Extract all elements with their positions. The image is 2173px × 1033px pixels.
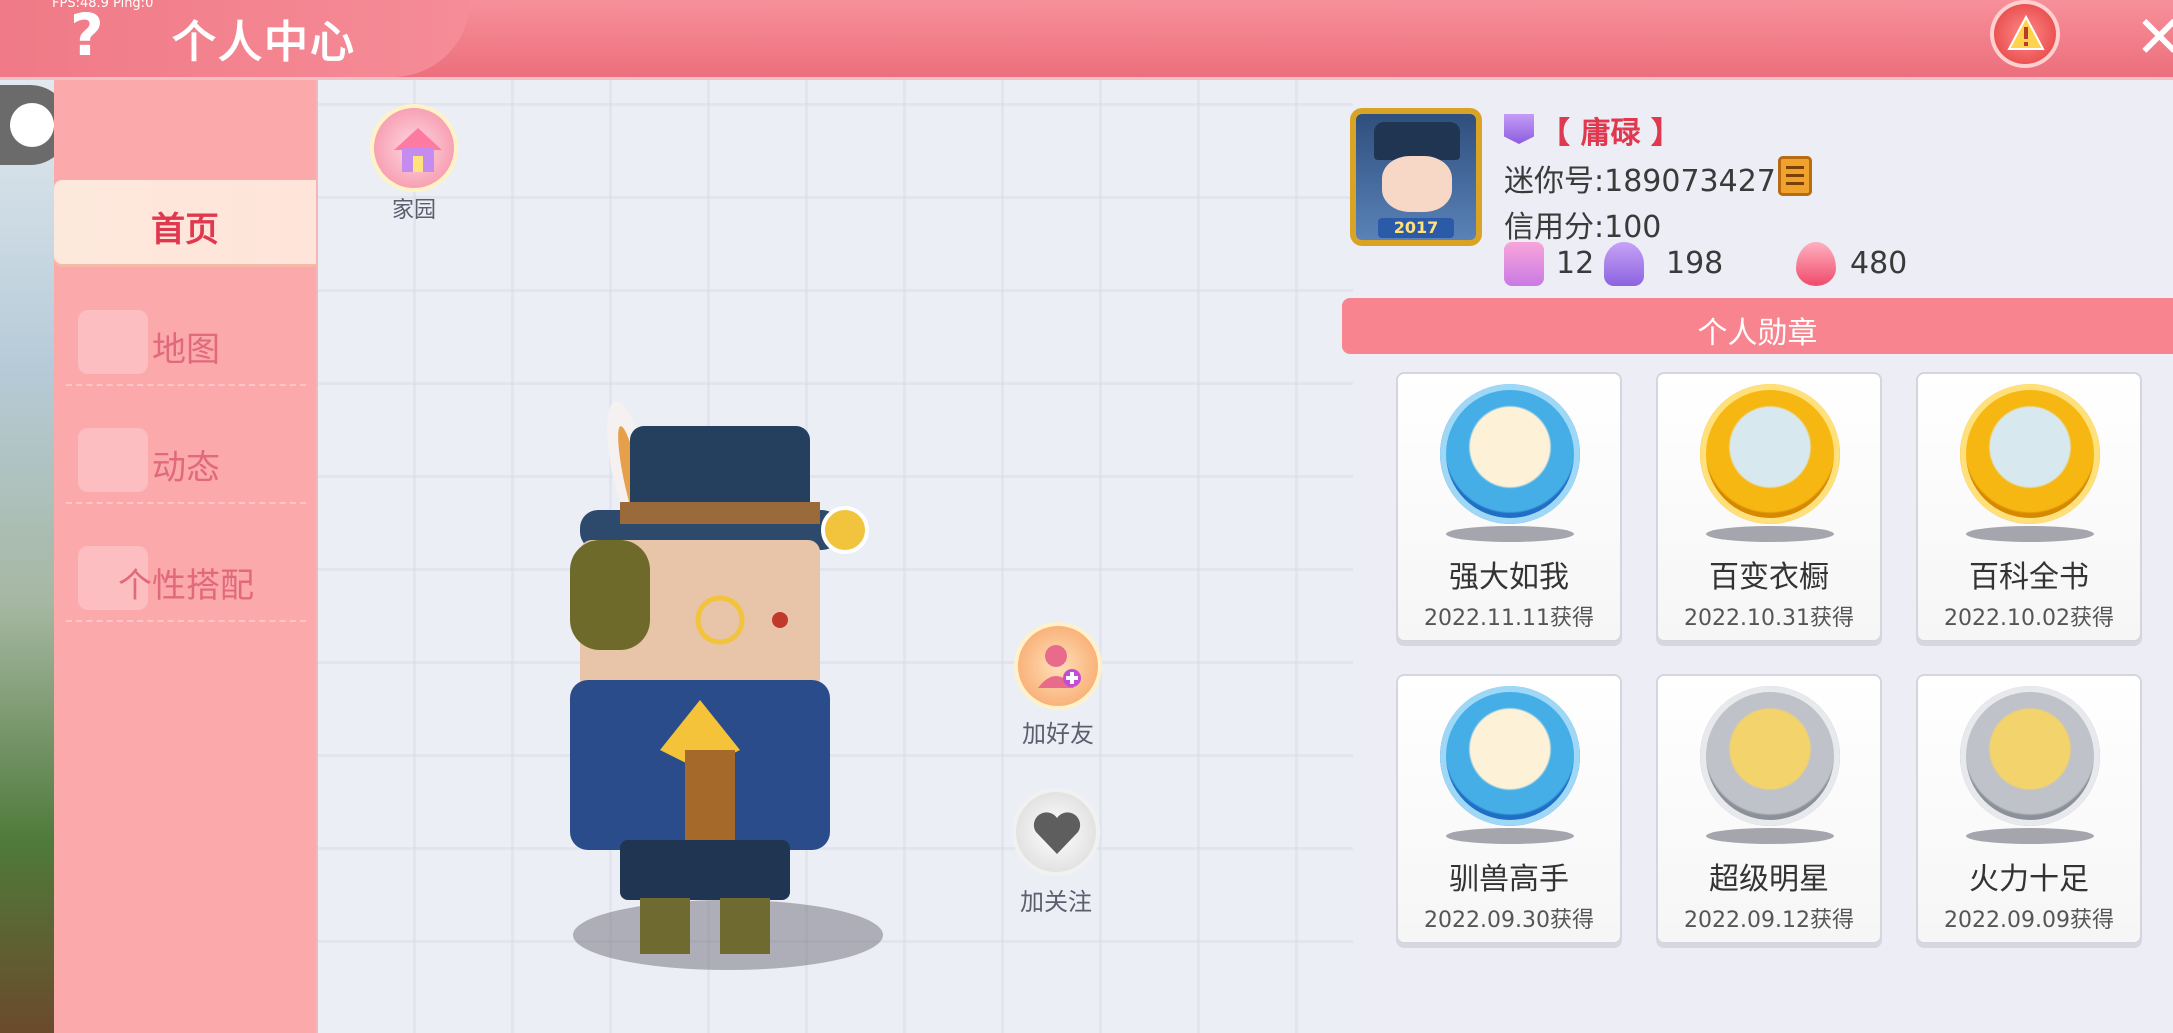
plus-badge-icon (1504, 242, 1544, 286)
add-friend-label: 加好友 (1022, 720, 1094, 748)
medal-card[interactable]: 百科全书 2022.10.02获得 (1916, 372, 2142, 642)
medal-name: 超级明星 (1709, 862, 1829, 897)
player-avatar[interactable] (560, 370, 960, 970)
medal-card[interactable]: 强大如我 2022.11.11获得 (1396, 372, 1622, 642)
medal-name: 强大如我 (1449, 560, 1569, 595)
stat-value: 198 (1666, 246, 1724, 281)
portrait-year-badge: 2017 (1378, 218, 1454, 238)
circle-icon (10, 103, 54, 147)
copy-icon[interactable] (1778, 156, 1812, 196)
medal-icon (1960, 686, 2100, 826)
medal-pedestal (1966, 828, 2094, 844)
medal-section-header: 个人勋章 (1342, 298, 2173, 354)
credit-score: 信用分:100 (1504, 210, 1662, 245)
top-bar: FPS:48.9 Ping:0 ? 个人中心 ✕ (0, 0, 2173, 80)
sidebar-item-map[interactable]: 地图 (66, 300, 306, 386)
sidebar-item-label: 个性搭配 (118, 566, 254, 606)
sidebar-item-feed[interactable]: 动态 (66, 418, 306, 504)
stat-value: 480 (1850, 246, 1908, 281)
profile-portrait[interactable]: 2017 (1350, 108, 1482, 246)
sidebar-item-home[interactable]: 首页 (54, 180, 316, 264)
help-button[interactable]: ? (70, 2, 104, 68)
stat-value: 12 (1556, 246, 1595, 281)
hat-shape (1374, 122, 1460, 160)
medal-pedestal (1706, 828, 1834, 844)
medal-card[interactable]: 超级明星 2022.09.12获得 (1656, 674, 1882, 944)
add-friend-button[interactable] (1014, 622, 1102, 710)
medal-date: 2022.09.12获得 (1684, 908, 1854, 933)
medal-icon (1440, 384, 1580, 524)
sidebar-item-label: 动态 (152, 448, 220, 488)
sidebar-item-label: 首页 (151, 210, 219, 250)
follow-label: 加关注 (1020, 888, 1092, 916)
medal-icon (1960, 384, 2100, 524)
medal-card[interactable]: 驯兽高手 2022.09.30获得 (1396, 674, 1622, 944)
house-icon (394, 128, 442, 172)
sidebar: 首页 地图 动态 个性搭配 (54, 80, 319, 1033)
face-shape (1382, 156, 1452, 212)
medal-section-title: 个人勋章 (1697, 316, 1818, 351)
medal-name: 火力十足 (1969, 862, 2089, 897)
trophy-icon (1604, 242, 1644, 286)
medal-name: 驯兽高手 (1449, 862, 1569, 897)
medal-card[interactable]: 火力十足 2022.09.09获得 (1916, 674, 2142, 944)
medal-pedestal (1706, 526, 1834, 542)
nickname: 【 庸碌 】 (1540, 116, 1681, 151)
medal-name: 百科全书 (1969, 560, 2089, 595)
medal-icon (1700, 384, 1840, 524)
medal-date: 2022.11.11获得 (1424, 606, 1594, 631)
heart-icon (1033, 812, 1081, 854)
game-background (0, 80, 54, 1033)
medal-date: 2022.09.30获得 (1424, 908, 1594, 933)
medal-date: 2022.10.31获得 (1684, 606, 1854, 631)
home-button[interactable] (370, 104, 458, 192)
page-title: 个人中心 (172, 17, 356, 68)
medal-card[interactable]: 百变衣橱 2022.10.31获得 (1656, 372, 1882, 642)
warning-icon (2007, 14, 2045, 50)
report-button[interactable] (1990, 0, 2060, 68)
medal-date: 2022.10.02获得 (1944, 606, 2114, 631)
sidebar-item-label: 地图 (152, 330, 220, 370)
sidebar-item-outfit[interactable]: 个性搭配 (66, 536, 306, 622)
medal-icon (1700, 686, 1840, 826)
medal-icon (1440, 686, 1580, 826)
medal-date: 2022.09.09获得 (1944, 908, 2114, 933)
medal-name: 百变衣橱 (1709, 560, 1829, 595)
close-button[interactable]: ✕ (2135, 4, 2173, 70)
medal-pedestal (1966, 526, 2094, 542)
mini-id: 迷你号:189073427 (1504, 164, 1776, 199)
medal-pedestal (1446, 526, 1574, 542)
flame-icon (1796, 242, 1836, 286)
medal-pedestal (1446, 828, 1574, 844)
add-user-icon (1038, 645, 1081, 688)
follow-button[interactable] (1012, 788, 1100, 876)
home-label: 家园 (391, 198, 436, 223)
